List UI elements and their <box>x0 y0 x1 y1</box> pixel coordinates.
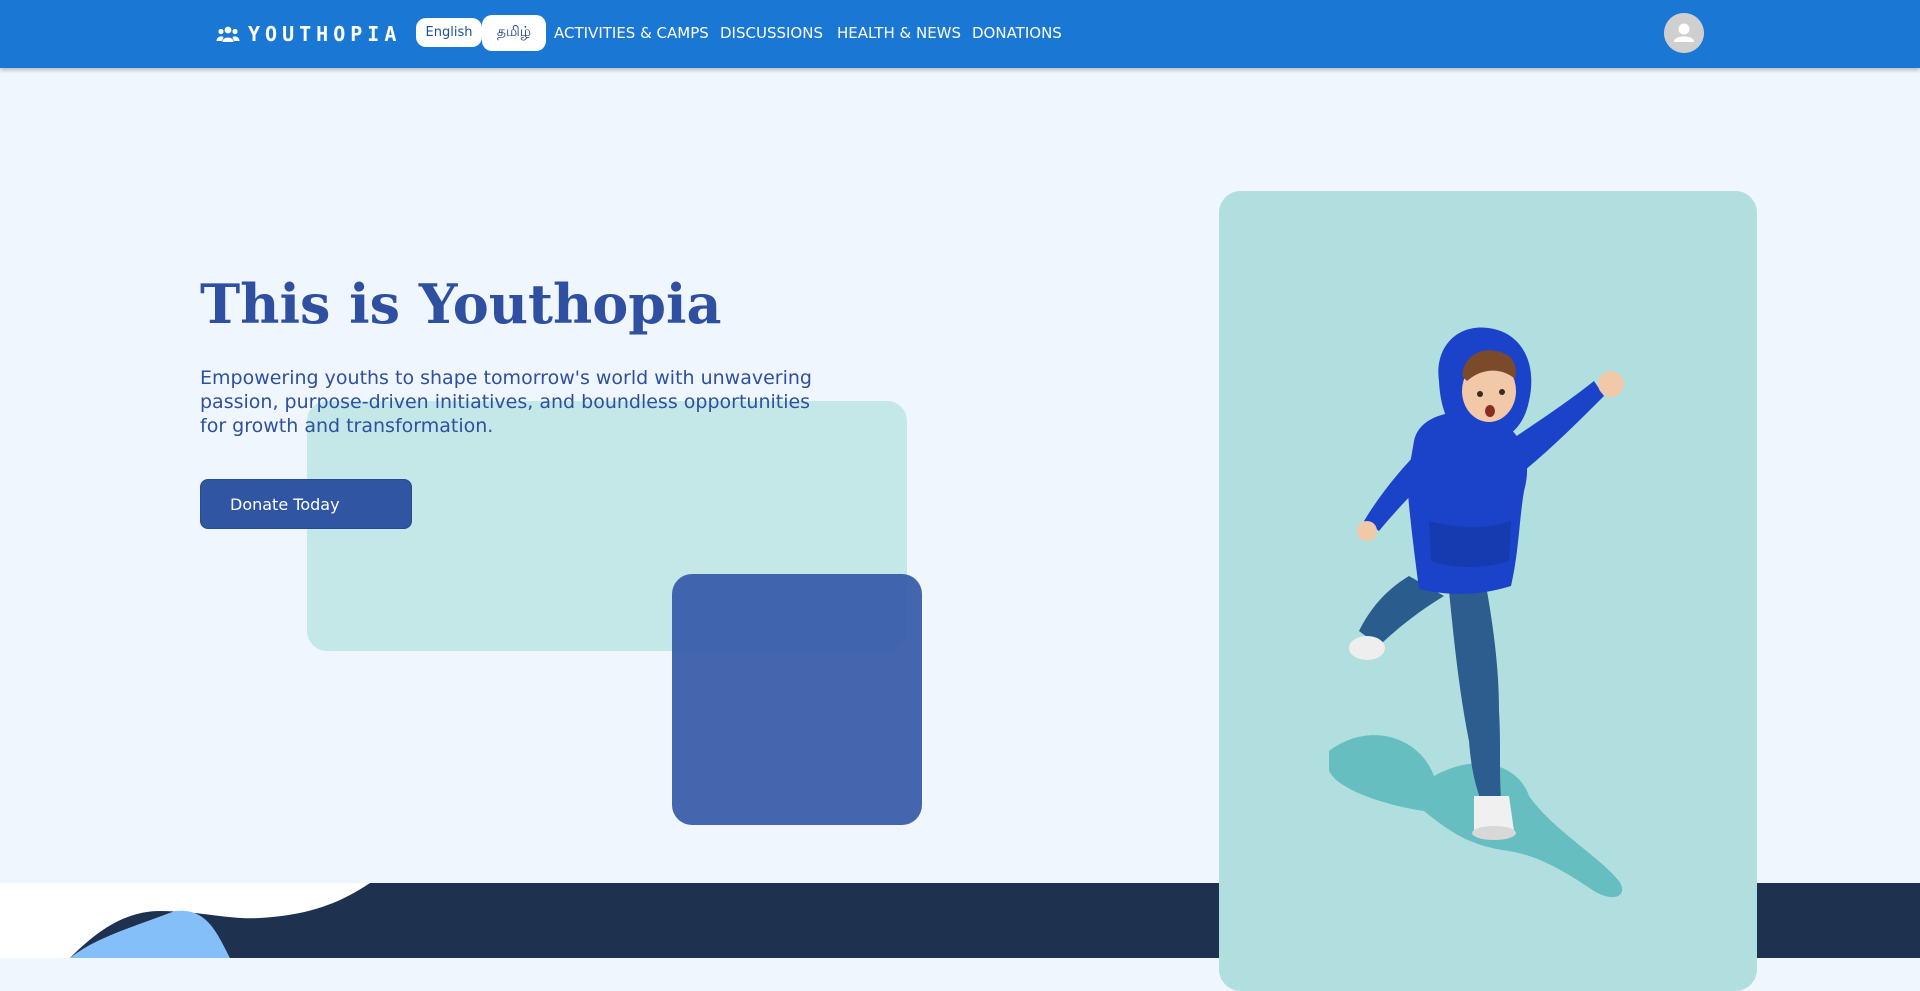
top-navbar: YOUTHOPIA English தமிழ் ACTIVITIES & CAM… <box>0 0 1920 68</box>
users-icon <box>216 25 240 43</box>
hero-title: This is Youthopia <box>200 272 722 336</box>
nav-discussions[interactable]: DISCUSSIONS <box>720 24 823 42</box>
brand-logo[interactable]: YOUTHOPIA <box>216 20 401 48</box>
nav-donations[interactable]: DONATIONS <box>972 24 1062 42</box>
decorative-blue-block <box>672 574 922 825</box>
boy-superhero-pose-photo <box>1219 191 1757 991</box>
brand-name: YOUTHOPIA <box>248 22 402 46</box>
donate-today-button[interactable]: Donate Today <box>200 479 412 529</box>
nav-health-news[interactable]: HEALTH & NEWS <box>837 24 961 42</box>
language-tamil-button[interactable]: தமிழ் <box>482 15 546 51</box>
user-avatar-icon <box>1664 13 1704 53</box>
hero-image-card <box>1219 191 1757 991</box>
language-english-button[interactable]: English <box>416 18 482 47</box>
hero-subtitle: Empowering youths to shape tomorrow's wo… <box>200 367 812 437</box>
user-avatar-button[interactable] <box>1664 13 1704 53</box>
footer-wave-decoration <box>0 883 370 958</box>
nav-activities-camps[interactable]: ACTIVITIES & CAMPS <box>554 24 709 42</box>
